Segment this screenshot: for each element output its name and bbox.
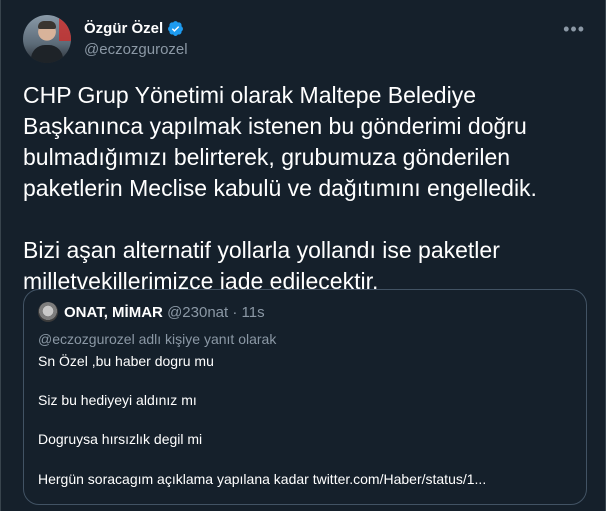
- author-handle[interactable]: @eczozgurozel: [84, 41, 188, 58]
- verified-badge-icon: [168, 21, 184, 36]
- quoted-text-line: Dogruysa hırsızlık degil mi: [38, 431, 203, 447]
- more-options-icon[interactable]: •••: [563, 20, 585, 38]
- avatar-background-flag: [59, 15, 71, 41]
- quoted-author-name: ONAT, MİMAR: [64, 304, 163, 321]
- quoted-tweet[interactable]: ONAT, MİMAR @230nat · 11s @eczozgurozel …: [23, 289, 587, 505]
- author-name-row: Özgür Özel: [84, 20, 184, 37]
- quoted-author-row: ONAT, MİMAR @230nat · 11s: [64, 304, 265, 321]
- avatar-suit: [31, 45, 63, 63]
- quoted-author-handle: @230nat: [167, 304, 229, 321]
- quoted-author-avatar: [38, 302, 58, 322]
- author-avatar[interactable]: [23, 15, 71, 63]
- tweet-card[interactable]: Özgür Özel @eczozgurozel ••• CHP Grup Yö…: [0, 0, 606, 511]
- quoted-separator: ·: [232, 304, 238, 321]
- quoted-text-line: Hergün soracagım açıklama yapılana kadar…: [38, 471, 487, 487]
- quoted-text-line: Sn Özel ,bu haber dogru mu: [38, 353, 214, 369]
- reply-context: @eczozgurozel adlı kişiye yanıt olarak: [38, 331, 277, 347]
- tweet-paragraph: Bizi aşan alternatif yollarla yollandı i…: [23, 237, 500, 294]
- author-display-name[interactable]: Özgür Özel: [84, 20, 163, 37]
- tweet-text: CHP Grup Yönetimi olarak Maltepe Belediy…: [23, 80, 583, 297]
- quoted-timestamp: 11s: [241, 304, 265, 321]
- avatar-hair: [38, 21, 56, 29]
- quoted-text-line: Siz bu hediyeyi aldınız mı: [38, 392, 197, 408]
- tweet-paragraph: CHP Grup Yönetimi olarak Maltepe Belediy…: [23, 82, 537, 201]
